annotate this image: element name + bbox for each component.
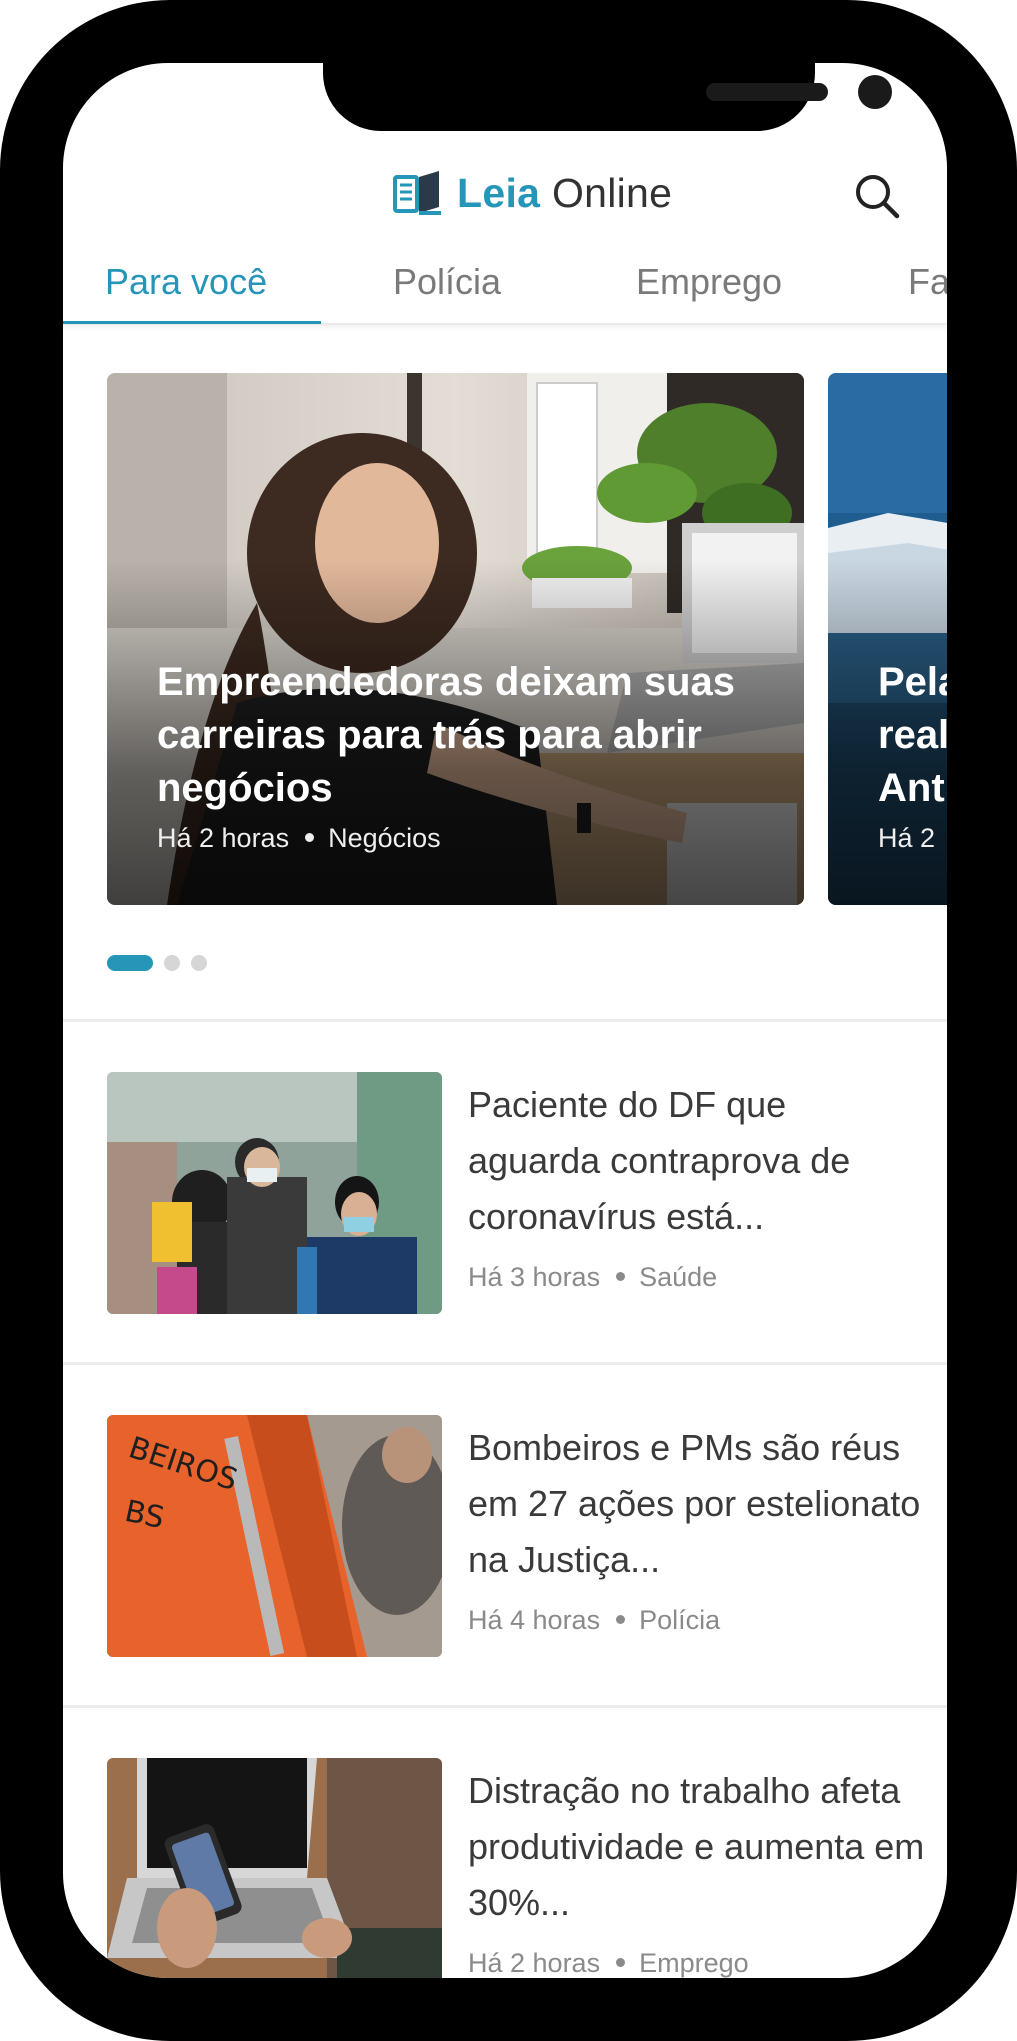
- meta-separator: [616, 1958, 626, 1968]
- pagination-dot[interactable]: [191, 955, 207, 971]
- power-button: [1011, 470, 1017, 710]
- news-image-laptop-phone: [107, 1758, 442, 1978]
- news-thumbnail: [107, 1072, 442, 1314]
- news-meta: Há 3 horas Saúde: [468, 1262, 717, 1293]
- news-meta: Há 2 horas Emprego: [468, 1948, 749, 1978]
- meta-separator: [616, 1272, 626, 1282]
- featured-card[interactable]: Empreendedoras deixam suas carreiras par…: [107, 373, 804, 905]
- news-title: Distração no trabalho afeta produtividad…: [468, 1770, 925, 1923]
- news-image-masked-travelers: [107, 1072, 442, 1314]
- tab-partial[interactable]: Fa: [908, 243, 947, 323]
- meta-separator: [616, 1615, 626, 1625]
- news-title: Paciente do DF que aguarda contraprova d…: [468, 1084, 851, 1237]
- phone-notch: [323, 63, 892, 131]
- section-divider: [63, 1362, 947, 1365]
- featured-time: Há 2: [878, 823, 936, 853]
- news-category: Polícia: [639, 1605, 721, 1635]
- category-tabs: Para você Polícia Emprego Fa: [63, 243, 947, 325]
- featured-meta: Há 2 horas Negócios: [157, 823, 441, 854]
- news-category: Saúde: [639, 1262, 718, 1292]
- news-item[interactable]: Distração no trabalho afeta produtividad…: [63, 1758, 947, 1978]
- screen: Leia Online Para você Polícia Emprego Fa: [63, 63, 947, 1978]
- news-title: Bombeiros e PMs são réus em 27 ações por…: [468, 1427, 921, 1580]
- section-divider: [63, 1019, 947, 1022]
- app-logo-suffix: Online: [540, 169, 673, 216]
- news-item[interactable]: BEIROS BS Bombeiros e PMs são réus em 27…: [63, 1415, 947, 1715]
- news-time: Há 4 horas: [468, 1605, 601, 1635]
- news-thumbnail: BEIROS BS: [107, 1415, 442, 1657]
- app-logo-brand: Leia: [457, 169, 541, 216]
- featured-time: Há 2 horas: [157, 823, 290, 853]
- news-meta: Há 4 horas Polícia: [468, 1605, 720, 1636]
- news-time: Há 2 horas: [468, 1948, 601, 1978]
- news-item[interactable]: Paciente do DF que aguarda contraprova d…: [63, 1072, 947, 1372]
- search-icon[interactable]: [853, 172, 901, 220]
- news-thumbnail: [107, 1758, 442, 1978]
- meta-separator: [305, 833, 315, 843]
- pagination-dot[interactable]: [164, 955, 180, 971]
- book-icon: [393, 171, 441, 215]
- featured-title: Empreendedoras deixam suas carreiras par…: [157, 660, 736, 810]
- volume-down-button: [0, 605, 6, 755]
- volume-up-button: [0, 420, 6, 570]
- featured-card-next[interactable]: Pela real Ant Há 2: [828, 373, 947, 905]
- speaker-grille: [706, 83, 828, 101]
- news-category: Emprego: [639, 1948, 749, 1978]
- tab-policia[interactable]: Polícia: [393, 243, 501, 323]
- news-time: Há 3 horas: [468, 1262, 601, 1292]
- featured-carousel[interactable]: Empreendedoras deixam suas carreiras par…: [63, 373, 947, 908]
- tab-active-indicator: [63, 321, 321, 324]
- carousel-pagination: [107, 953, 218, 973]
- pagination-dot-active[interactable]: [107, 955, 153, 971]
- tab-emprego[interactable]: Emprego: [636, 243, 782, 323]
- app-logo[interactable]: Leia Online: [393, 148, 672, 238]
- app-header: Leia Online: [63, 148, 947, 238]
- app-logo-text: Leia Online: [457, 170, 672, 217]
- phone-frame: Leia Online Para você Polícia Emprego Fa: [0, 0, 1017, 2041]
- tab-para-voce[interactable]: Para você: [105, 243, 267, 323]
- news-image-firefighter: BEIROS BS: [107, 1415, 442, 1657]
- featured-title: Pela real Ant: [878, 660, 947, 810]
- section-divider: [63, 1705, 947, 1708]
- featured-category: Negócios: [328, 823, 441, 853]
- mute-switch: [0, 275, 6, 355]
- featured-meta: Há 2: [878, 823, 935, 854]
- front-camera: [858, 75, 892, 109]
